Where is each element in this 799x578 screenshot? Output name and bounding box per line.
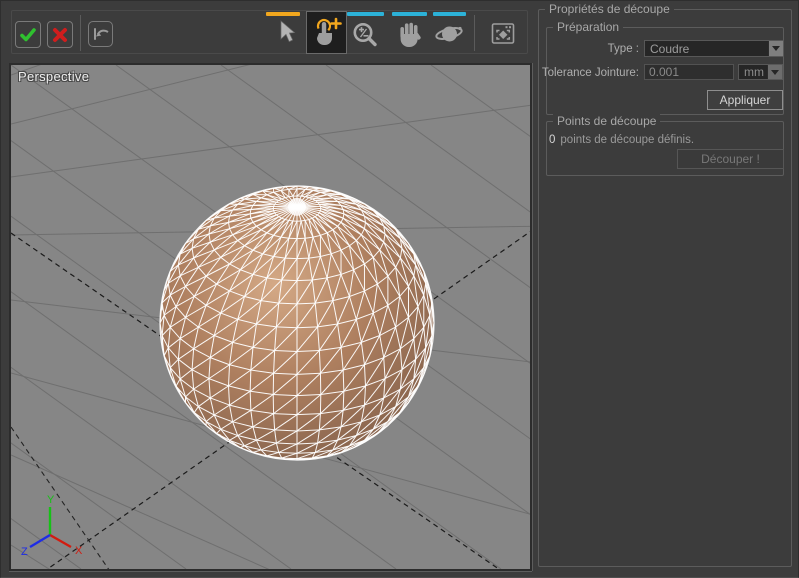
fit-view-button[interactable] [489,19,517,48]
check-icon [19,26,37,44]
unit-dropdown-value: mm [739,65,767,79]
x-icon [52,27,68,43]
touch-add-icon [312,17,342,49]
pan-tool-button[interactable] [395,18,425,49]
magnifier-plus-minus-icon [351,21,379,49]
fit-view-frame-icon [490,21,517,47]
viewport-canvas: Y X Z [11,65,530,569]
toolbar-separator-2 [474,15,475,51]
pick-tool-button[interactable] [306,11,347,54]
tolerance-label: Tolerance Jointure: [539,67,639,79]
rewind-to-start-icon [92,26,110,42]
toolbar [11,10,528,54]
zoom-tool-accent-bar [347,12,384,16]
application-window: Y X Z Perspective Propriétés de découpe Pr… [0,0,799,578]
type-label: Type : [549,43,639,55]
type-dropdown-value: Coudre [645,42,768,56]
cut-properties-title: Propriétés de découpe [545,2,674,16]
chevron-down-icon [772,46,780,51]
cut-button[interactable]: Découper ! [677,149,784,169]
svg-text:Y: Y [47,494,55,506]
orbit-planet-icon [434,19,464,49]
pan-tool-accent-bar [392,12,427,16]
apply-button[interactable]: Appliquer [707,90,783,110]
type-dropdown[interactable]: Coudre [644,40,784,57]
cut-points-title: Points de découpe [553,114,660,128]
cancel-button[interactable] [47,21,73,48]
preparation-title: Préparation [553,20,623,34]
unit-dropdown[interactable]: mm [738,64,783,80]
hand-icon [397,20,423,48]
select-tool-accent-bar [266,12,300,16]
orbit-tool-button[interactable] [432,17,466,51]
unit-dropdown-arrow[interactable] [767,65,782,79]
select-tool-button[interactable] [274,18,300,48]
svg-text:Z: Z [21,546,28,558]
type-dropdown-arrow[interactable] [768,41,783,56]
cursor-arrow-icon [277,20,297,46]
cut-points-count: 0 [549,134,555,146]
cut-points-count-text: points de découpe définis. [560,134,694,146]
viewport-3d[interactable]: Y X Z Perspective [9,63,532,571]
orbit-tool-accent-bar [433,12,466,16]
validate-button[interactable] [15,21,41,48]
chevron-down-icon [771,70,779,75]
cut-points-count-line: 0 points de découpe définis. [549,134,694,146]
toolbar-separator [80,15,81,51]
rewind-button[interactable] [88,21,113,47]
svg-text:X: X [75,545,83,557]
tolerance-input[interactable]: 0.001 [644,64,734,80]
viewport-mode-label: Perspective [18,69,89,84]
zoom-tool-button[interactable] [348,18,381,51]
